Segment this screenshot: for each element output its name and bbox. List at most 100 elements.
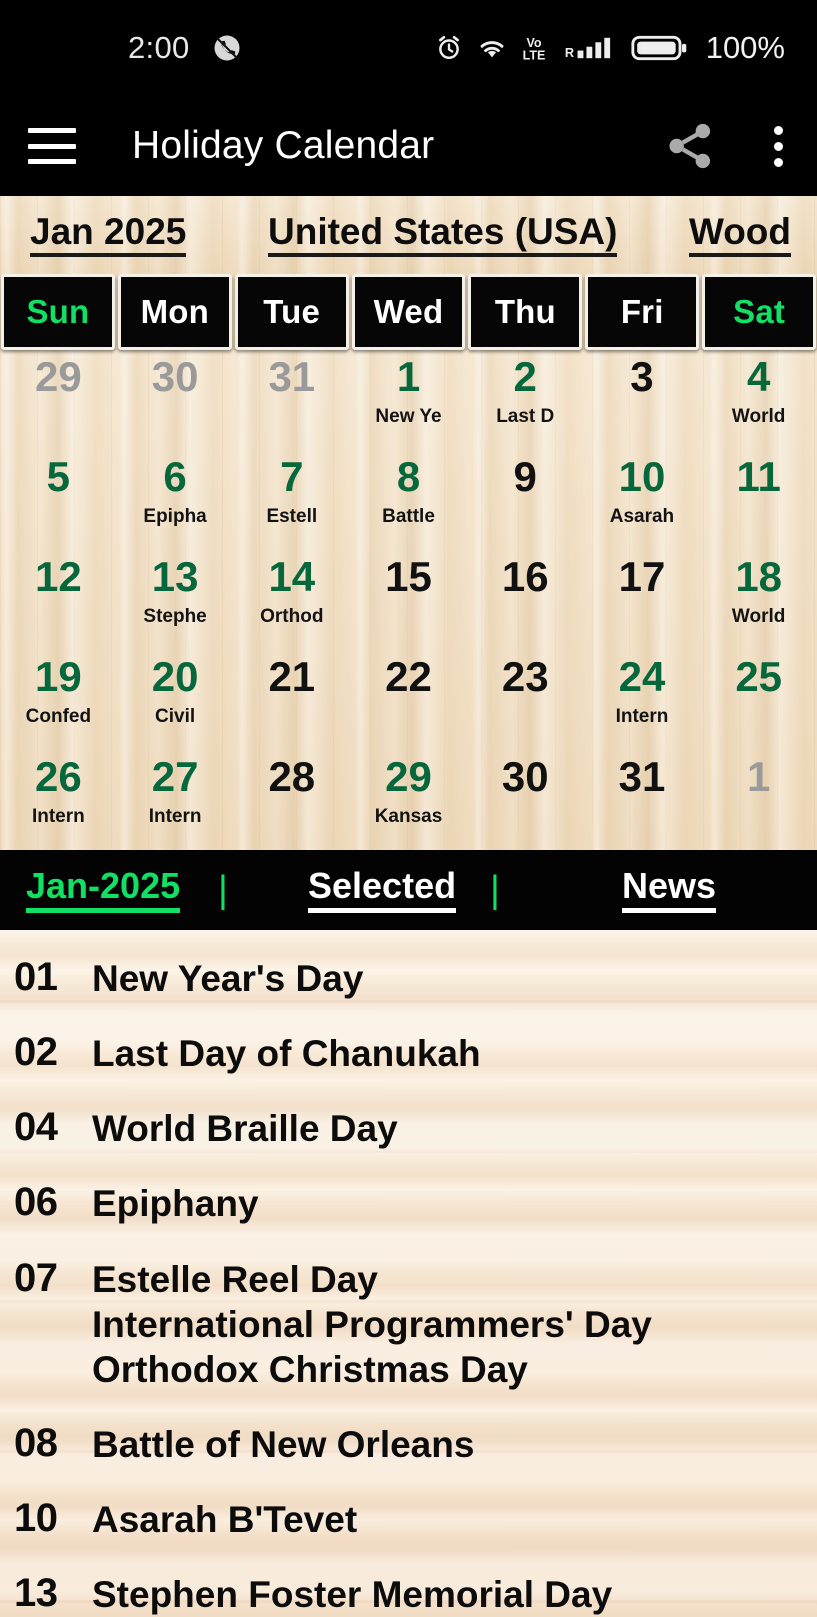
calendar-day-cell[interactable]: 20 Civil [117, 650, 234, 750]
calendar-day-cell[interactable]: 9 [467, 450, 584, 550]
calendar-day-cell[interactable]: 19 Confed [0, 650, 117, 750]
tab-month[interactable]: Jan-2025 [26, 867, 181, 913]
holiday-list-item[interactable]: 04 World Braille Day [0, 1106, 817, 1151]
calendar-day-cell[interactable]: 31 [233, 350, 350, 450]
calendar-day-cell[interactable]: 11 [700, 450, 817, 550]
calendar-week-row: 26 Intern 27 Intern 28 29 Kansas 30 31 1 [0, 750, 817, 850]
wifi-icon [476, 34, 508, 62]
calendar-day-cell[interactable]: 7 Estell [233, 450, 350, 550]
calendar-day-cell[interactable]: 3 [584, 350, 701, 450]
holiday-list-item[interactable]: 07 Estelle Reel Day International Programm… [0, 1256, 817, 1392]
calendar-day-number: 10 [618, 453, 666, 500]
calendar-day-cell[interactable]: 29 Kansas [350, 750, 467, 850]
app-bar: Holiday Calendar [0, 96, 817, 196]
calendar-day-cell[interactable]: 29 [0, 350, 117, 450]
calendar-day-cell[interactable]: 14 Orthod [233, 550, 350, 650]
hamburger-icon[interactable] [28, 128, 76, 164]
calendar-day-event-label: World [731, 606, 786, 627]
calendar-day-cell[interactable]: 2 Last D [467, 350, 584, 450]
holiday-list-item[interactable]: 02 Last Day of Chanukah [0, 1030, 817, 1076]
calendar-grid: 29 30 31 1 New Ye 2 Last D 3 4 World 5 6 Epipha 7 Este… [0, 350, 817, 850]
bottom-tab-bar: Jan-2025 | Selected | News [0, 850, 817, 930]
calendar-day-cell[interactable]: 30 [117, 350, 234, 450]
calendar-day-event-label: World [731, 406, 786, 427]
calendar-day-cell[interactable]: 10 Asarah [584, 450, 701, 550]
calendar-day-cell[interactable]: 13 Stephe [117, 550, 234, 650]
share-icon[interactable] [662, 118, 718, 174]
app-bar-actions [662, 118, 795, 174]
country-selector[interactable]: United States (USA) [268, 212, 618, 258]
calendar-day-number: 29 [385, 753, 432, 800]
weekday-header-mon[interactable]: Mon [117, 274, 232, 350]
holiday-list: 01 New Year's Day 02 Last Day of Chanukah 04… [0, 930, 817, 1617]
calendar-day-number: 3 [630, 353, 654, 400]
weekday-header-thu[interactable]: Thu [468, 274, 583, 350]
calendar-day-cell[interactable]: 1 New Ye [350, 350, 467, 450]
calendar-day-cell[interactable]: 1 [700, 750, 817, 850]
calendar-day-cell[interactable]: 5 [0, 450, 117, 550]
tab-separator-1: | [218, 869, 228, 911]
calendar-day-number: 28 [268, 753, 316, 800]
calendar-day-event-label: Intern [148, 806, 202, 827]
calendar-day-cell[interactable]: 18 World [700, 550, 817, 650]
calendar-day-number: 24 [618, 653, 666, 700]
holiday-list-item[interactable]: 01 New Year's Day [0, 955, 817, 1001]
calendar-day-cell[interactable]: 27 Intern [117, 750, 234, 850]
calendar-day-cell[interactable]: 15 [350, 550, 467, 650]
calendar-week-row: 19 Confed 20 Civil 21 22 23 24 Intern 25 [0, 650, 817, 750]
theme-selector[interactable]: Wood [688, 212, 791, 258]
calendar-day-cell[interactable]: 4 World [700, 350, 817, 450]
calendar-day-cell[interactable]: 17 [584, 550, 701, 650]
tab-news[interactable]: News [622, 867, 717, 913]
calendar-day-cell[interactable]: 24 Intern [584, 650, 701, 750]
calendar-day-number: 17 [618, 553, 666, 600]
holiday-list-item[interactable]: 08 Battle of New Orleans [0, 1421, 817, 1467]
holiday-name-group: World Braille Day [92, 1106, 398, 1151]
calendar-day-number: 29 [35, 353, 82, 400]
calendar-day-cell[interactable]: 16 [467, 550, 584, 650]
calendar-day-number: 7 [280, 453, 304, 500]
calendar-day-cell[interactable]: 21 [233, 650, 350, 750]
weekday-header-sun[interactable]: Sun [1, 274, 115, 350]
calendar-day-cell[interactable]: 23 [467, 650, 584, 750]
calendar-day-cell[interactable]: 25 [700, 650, 817, 750]
tab-selected[interactable]: Selected [308, 867, 457, 913]
weekday-header-tue[interactable]: Tue [234, 274, 349, 350]
calendar-day-number: 30 [501, 753, 549, 800]
holiday-list-item[interactable]: 06 Epiphany [0, 1181, 817, 1226]
holiday-list-item[interactable]: 10 Asarah B'Tevet [0, 1496, 817, 1542]
calendar-day-cell[interactable]: 8 Battle [350, 450, 467, 550]
holiday-list-item[interactable]: 13 Stephen Foster Memorial Day [0, 1571, 817, 1617]
calendar-day-event-label: New Ye [375, 406, 442, 427]
holiday-name: Estelle Reel Day [92, 1258, 378, 1300]
calendar-day-cell[interactable]: 26 Intern [0, 750, 117, 850]
calendar-day-event-label: Asarah [609, 506, 675, 527]
calendar-day-cell[interactable]: 6 Epipha [117, 450, 234, 550]
calendar-day-event-label: Stephe [143, 606, 207, 627]
calendar-day-number: 16 [501, 553, 549, 600]
calendar-day-cell[interactable]: 28 [233, 750, 350, 850]
kebab-menu-icon[interactable] [762, 120, 795, 173]
weekday-header-fri[interactable]: Fri [585, 274, 700, 350]
weekday-header-sat[interactable]: Sat [702, 274, 817, 350]
svg-text:LTE: LTE [522, 48, 545, 62]
weekday-header: Sun Mon Tue Wed Thu Fri Sat [0, 274, 817, 350]
calendar-day-number: 1 [746, 753, 771, 800]
calendar-day-cell[interactable]: 22 [350, 650, 467, 750]
calendar-day-number: 1 [396, 353, 421, 400]
calendar-day-cell[interactable]: 12 [0, 550, 117, 650]
calendar-day-event-label: Kansas [374, 806, 443, 827]
calendar-day-number: 15 [385, 553, 432, 600]
calendar-day-number: 6 [163, 453, 187, 500]
weekday-header-wed[interactable]: Wed [351, 274, 466, 350]
holiday-name: Orthodox Christmas Day [92, 1348, 528, 1390]
calendar-day-event-label: Intern [31, 806, 85, 827]
calendar-day-cell[interactable]: 30 [467, 750, 584, 850]
month-selector[interactable]: Jan 2025 [30, 212, 187, 258]
calendar-day-cell[interactable]: 31 [584, 750, 701, 850]
holiday-day-number: 02 [14, 1030, 58, 1075]
status-bar-right: Vo LTE R 100% [435, 30, 785, 66]
calendar-day-event-label: Civil [155, 706, 196, 727]
calendar-day-number: 22 [385, 653, 432, 700]
holiday-name: Stephen Foster Memorial Day [92, 1574, 613, 1616]
